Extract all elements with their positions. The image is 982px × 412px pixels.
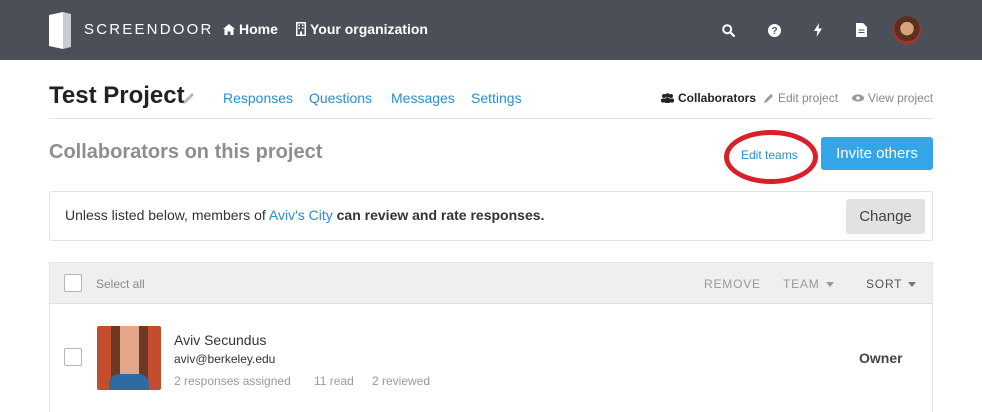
tab-settings[interactable]: Settings (471, 90, 522, 106)
collaborator-name: Aviv Secundus (174, 332, 267, 348)
tab-responses[interactable]: Responses (223, 90, 293, 106)
responses-read: 11 read (314, 374, 354, 388)
tab-questions[interactable]: Questions (309, 90, 372, 106)
sort-dropdown[interactable]: SORT (866, 277, 917, 291)
chevron-down-icon (908, 281, 917, 287)
svg-text:?: ? (771, 26, 777, 37)
collaborator-role: Owner (859, 350, 903, 366)
view-project-link[interactable]: View project (852, 91, 933, 105)
tab-messages[interactable]: Messages (391, 90, 455, 106)
collaborators-link[interactable]: Collaborators (661, 91, 756, 105)
collaborator-avatar (97, 326, 161, 390)
collaborator-email: aviv@berkeley.edu (174, 352, 276, 366)
responses-reviewed: 2 reviewed (372, 374, 431, 388)
edit-project-link[interactable]: Edit project (764, 91, 838, 105)
visibility-notice: Unless listed below, members of Aviv's C… (49, 191, 933, 241)
help-icon[interactable]: ? (765, 20, 783, 40)
edit-project-label: Edit project (778, 91, 839, 105)
eye-icon (852, 94, 864, 102)
select-all-label[interactable]: Select all (96, 277, 145, 291)
header-divider (49, 118, 933, 119)
search-icon[interactable] (719, 20, 737, 40)
select-all-checkbox[interactable] (64, 274, 82, 292)
users-icon (661, 93, 674, 103)
row-checkbox[interactable] (64, 348, 82, 366)
section-title: Collaborators on this project (49, 141, 323, 163)
organization-link[interactable]: Aviv's City (269, 207, 333, 223)
sort-label: SORT (866, 277, 903, 291)
notice-text: Unless listed below, members of Aviv's C… (65, 207, 544, 223)
user-avatar[interactable] (893, 16, 921, 44)
screendoor-logo-icon[interactable] (49, 12, 71, 49)
view-project-label: View project (868, 91, 934, 105)
pencil-icon (764, 94, 773, 103)
collaborator-row: Aviv Secundus aviv@berkeley.edu 2 respon… (49, 304, 933, 412)
nav-home-label: Home (239, 21, 278, 37)
brand-name[interactable]: SCREENDOOR (84, 21, 214, 38)
project-title: Test Project (49, 82, 185, 109)
remove-button[interactable]: REMOVE (704, 277, 761, 291)
home-icon (223, 23, 235, 35)
team-label: TEAM (783, 277, 820, 291)
team-dropdown[interactable]: TEAM (783, 277, 834, 291)
notice-suffix: can review and rate responses. (336, 207, 545, 223)
edit-teams-link[interactable]: Edit teams (741, 148, 798, 162)
table-header: Select all REMOVE TEAM SORT (49, 262, 933, 304)
nav-home-link[interactable]: Home (223, 21, 278, 37)
document-icon[interactable] (852, 20, 870, 40)
nav-organization-label: Your organization (310, 21, 428, 37)
chevron-down-icon (825, 281, 834, 287)
bolt-icon[interactable] (809, 20, 827, 40)
pencil-icon[interactable] (182, 91, 196, 105)
change-button[interactable]: Change (846, 199, 925, 234)
notice-prefix: Unless listed below, members of (65, 207, 269, 223)
nav-organization-link[interactable]: Your organization (296, 21, 428, 37)
remove-label: REMOVE (704, 277, 761, 291)
top-navbar: SCREENDOOR Home Your organization ? (0, 0, 982, 60)
collaborators-label: Collaborators (678, 91, 757, 105)
building-icon (296, 22, 306, 36)
invite-others-button[interactable]: Invite others (821, 137, 933, 170)
responses-assigned: 2 responses assigned (174, 374, 291, 388)
